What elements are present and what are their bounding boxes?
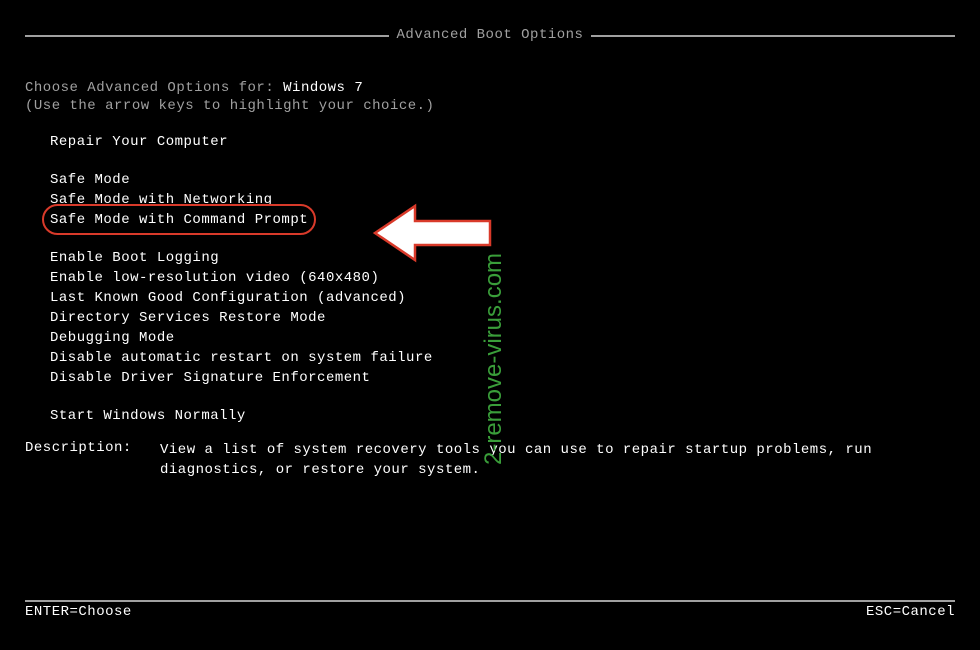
- menu-item-safe-mode-command-prompt[interactable]: Safe Mode with Command Prompt: [50, 210, 308, 230]
- menu-item-low-res-video[interactable]: Enable low-resolution video (640x480): [50, 268, 955, 288]
- screen-title: Advanced Boot Options: [389, 27, 592, 43]
- menu-group-advanced: Enable Boot Logging Enable low-resolutio…: [50, 248, 955, 388]
- menu-group-repair: Repair Your Computer: [50, 132, 955, 152]
- main-content: Choose Advanced Options for: Windows 7 (…: [25, 80, 955, 426]
- arrow-keys-hint: (Use the arrow keys to highlight your ch…: [25, 98, 955, 114]
- menu-item-disable-auto-restart[interactable]: Disable automatic restart on system fail…: [50, 348, 955, 368]
- choose-prompt: Choose Advanced Options for: Windows 7: [25, 80, 955, 96]
- description-text: View a list of system recovery tools you…: [160, 440, 955, 480]
- menu-item-start-normally[interactable]: Start Windows Normally: [50, 406, 955, 426]
- footer-bar: ENTER=Choose ESC=Cancel: [25, 600, 955, 620]
- description-block: Description: View a list of system recov…: [25, 440, 955, 480]
- footer-esc-hint: ESC=Cancel: [866, 604, 955, 620]
- menu-item-disable-driver-signature[interactable]: Disable Driver Signature Enforcement: [50, 368, 955, 388]
- menu-item-boot-logging[interactable]: Enable Boot Logging: [50, 248, 955, 268]
- description-label: Description:: [25, 440, 160, 480]
- menu-group-normal: Start Windows Normally: [50, 406, 955, 426]
- menu-item-repair-your-computer[interactable]: Repair Your Computer: [50, 132, 955, 152]
- menu-item-debugging-mode[interactable]: Debugging Mode: [50, 328, 955, 348]
- menu-item-last-known-good[interactable]: Last Known Good Configuration (advanced): [50, 288, 955, 308]
- annotation-highlight-circle: [42, 204, 316, 235]
- os-name: Windows 7: [283, 80, 363, 96]
- menu-item-directory-services-restore[interactable]: Directory Services Restore Mode: [50, 308, 955, 328]
- footer-enter-hint: ENTER=Choose: [25, 604, 132, 620]
- menu-item-safe-mode[interactable]: Safe Mode: [50, 170, 955, 190]
- choose-prefix: Choose Advanced Options for:: [25, 80, 283, 96]
- menu-group-safemode: Safe Mode Safe Mode with Networking Safe…: [50, 170, 955, 230]
- title-divider: Advanced Boot Options: [25, 35, 955, 53]
